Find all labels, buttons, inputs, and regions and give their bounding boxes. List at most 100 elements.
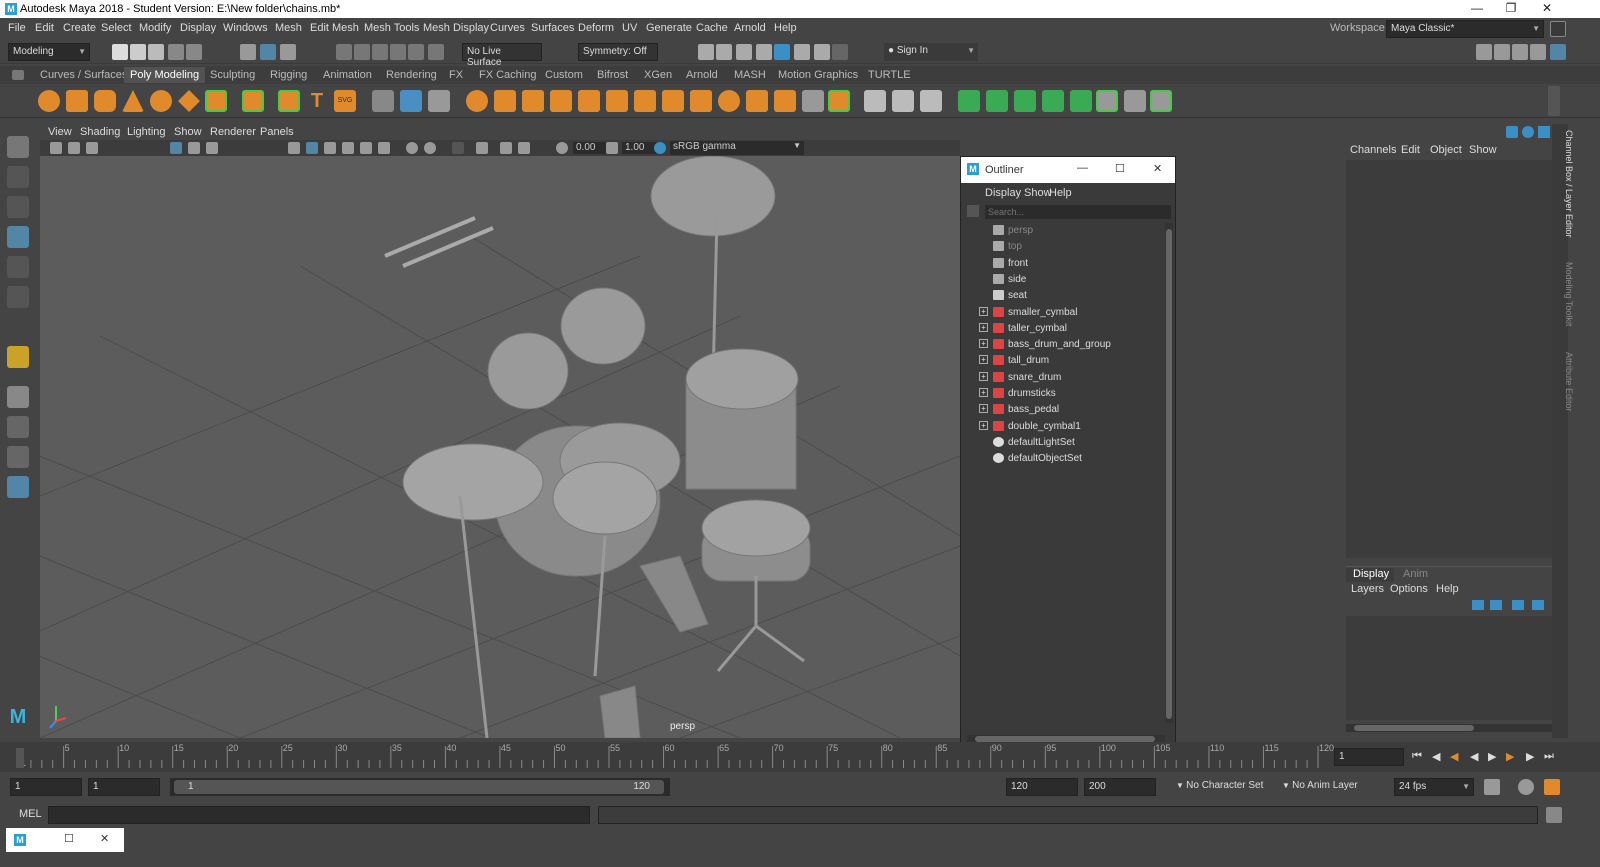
viewport-menu-view[interactable]: View <box>48 126 72 138</box>
layer-menu-help[interactable]: Help <box>1436 583 1459 595</box>
menu-help[interactable]: Help <box>774 22 797 34</box>
expand-icon[interactable]: + <box>979 371 988 381</box>
play-backward-icon[interactable]: ◀ <box>1470 750 1484 763</box>
outliner-menu-display[interactable]: Display <box>985 187 1021 199</box>
layer-editor-toggle-icon[interactable] <box>1550 44 1566 60</box>
channel-box-area[interactable] <box>1346 160 1552 558</box>
step-back-frame-icon[interactable]: ◀ <box>1450 750 1464 763</box>
append-polygon-icon[interactable] <box>634 90 656 112</box>
outliner-vertical-scrollbar[interactable] <box>1165 223 1173 723</box>
animation-preferences-icon[interactable] <box>1544 779 1560 795</box>
menu-curves[interactable]: Curves <box>490 22 525 34</box>
layer-editor-icon[interactable] <box>1522 126 1534 138</box>
wedge-icon[interactable] <box>1150 90 1172 112</box>
cymbal-stand-left[interactable] <box>458 495 489 738</box>
poly-cube-icon[interactable] <box>66 90 88 112</box>
menu-mesh-display[interactable]: Mesh Display <box>423 22 489 34</box>
mirror-icon[interactable] <box>986 90 1008 112</box>
outliner-menu-help[interactable]: Help <box>1049 187 1072 199</box>
render-region-icon[interactable] <box>794 44 810 60</box>
shelf-tab-xgen[interactable]: XGen <box>644 69 672 81</box>
workspace-dropdown[interactable]: Maya Classic* ▼ <box>1386 20 1544 38</box>
grid-toggle-icon[interactable] <box>170 142 182 154</box>
start-time-field[interactable]: 1 <box>10 778 82 796</box>
shelf-tab-mash[interactable]: MASH <box>734 69 766 81</box>
xray-active-icon[interactable] <box>518 142 530 154</box>
outliner-layout-icon[interactable] <box>7 476 29 498</box>
scrollbar-thumb[interactable] <box>1166 229 1172 719</box>
platonic-solid-icon[interactable] <box>242 90 264 112</box>
character-set-dropdown[interactable]: ▼ No Character Set <box>1172 778 1270 796</box>
make-hole-icon[interactable] <box>690 90 712 112</box>
paint-select-tool-icon[interactable] <box>7 196 29 218</box>
type-tool-icon[interactable]: T <box>306 90 328 112</box>
lock-icon[interactable] <box>1550 21 1566 37</box>
shelf-tab-animation[interactable]: Animation <box>323 69 372 81</box>
snap-grid-icon[interactable] <box>336 44 352 60</box>
textured-icon[interactable] <box>342 142 354 154</box>
expand-icon[interactable]: + <box>979 388 988 397</box>
drumstick-2[interactable] <box>402 226 494 268</box>
viewport-menu-lighting[interactable]: Lighting <box>127 126 166 138</box>
layer-list[interactable] <box>1346 616 1552 720</box>
offset-edge-loop-icon[interactable] <box>746 90 768 112</box>
side-tab-attribute-editor[interactable]: Attribute Editor <box>1564 352 1574 412</box>
go-to-start-icon[interactable]: ⏮ <box>1412 750 1426 762</box>
gamma-icon[interactable] <box>606 142 618 154</box>
channel-menu-object[interactable]: Object <box>1430 144 1462 156</box>
tom-drum-2[interactable] <box>487 332 569 410</box>
svg-tool-icon[interactable]: SVG <box>334 90 356 112</box>
save-scene-icon[interactable] <box>148 44 164 60</box>
expand-icon[interactable]: + <box>979 420 988 430</box>
separate-icon[interactable] <box>400 90 422 112</box>
camera-select-icon[interactable] <box>50 142 62 154</box>
conform-icon[interactable] <box>1014 90 1036 112</box>
select-object-icon[interactable] <box>260 44 276 60</box>
expand-icon[interactable]: + <box>979 355 988 365</box>
layer-tab-display[interactable]: Display <box>1353 568 1389 580</box>
outliner-item[interactable]: + taller_cymbal <box>961 321 1161 337</box>
drumstick-1[interactable] <box>384 216 476 258</box>
xray-icon[interactable] <box>452 142 464 154</box>
shelf-tab-sculpting[interactable]: Sculpting <box>210 69 255 81</box>
taller-cymbal[interactable] <box>650 156 776 237</box>
four-view-layout-icon[interactable] <box>7 416 29 438</box>
attribute-editor-toggle-icon[interactable] <box>1494 44 1510 60</box>
pause-icon[interactable] <box>832 44 848 60</box>
close-button[interactable]: ✕ <box>1532 1 1562 17</box>
poke-icon[interactable] <box>1124 90 1146 112</box>
move-tool-icon[interactable] <box>7 226 29 248</box>
channel-box-icon[interactable] <box>1506 126 1518 138</box>
color-management-icon[interactable] <box>654 142 666 154</box>
new-layer-from-selected-icon[interactable] <box>1532 600 1544 610</box>
resolution-gate-icon[interactable] <box>206 142 218 154</box>
scrollbar-thumb[interactable] <box>1354 725 1474 731</box>
shelf-tab-curves-surfaces[interactable]: Curves / Surfaces <box>40 69 127 81</box>
target-weld-icon[interactable] <box>802 90 824 112</box>
seat-top[interactable] <box>701 499 811 557</box>
ambient-occlusion-icon[interactable] <box>406 142 418 154</box>
shelf-tab-rendering[interactable]: Rendering <box>386 69 437 81</box>
tom-drum-1[interactable] <box>560 287 646 365</box>
select-component-icon[interactable] <box>280 44 296 60</box>
modeling-toolkit-toggle-icon[interactable] <box>1476 44 1492 60</box>
shelf-tab-bifrost[interactable]: Bifrost <box>597 69 628 81</box>
viewport-menu-renderer[interactable]: Renderer <box>210 126 256 138</box>
step-forward-key-icon[interactable]: ▶ <box>1526 750 1540 763</box>
outliner-item[interactable]: + smaller_cymbal <box>961 305 1161 321</box>
boolean-intersection-icon[interactable] <box>522 90 544 112</box>
outliner-close-button[interactable]: ✕ <box>1153 162 1162 175</box>
wireframe-icon[interactable] <box>288 142 300 154</box>
camera-attributes-icon[interactable] <box>68 142 80 154</box>
smaller-cymbal[interactable] <box>402 443 544 521</box>
insert-edge-loop-icon[interactable] <box>774 90 796 112</box>
shelf-tab-fx[interactable]: FX <box>449 69 463 81</box>
lights-icon[interactable] <box>360 142 372 154</box>
menuset-dropdown[interactable]: Modeling ▼ <box>8 43 90 61</box>
outliner-item[interactable]: top <box>961 239 1161 255</box>
redo-icon[interactable] <box>186 44 202 60</box>
rotate-tool-icon[interactable] <box>7 256 29 278</box>
last-tool-icon[interactable] <box>7 346 29 368</box>
wireframe-on-shaded-icon[interactable] <box>324 142 336 154</box>
shelf-tab-poly-modeling[interactable]: Poly Modeling <box>124 67 206 83</box>
